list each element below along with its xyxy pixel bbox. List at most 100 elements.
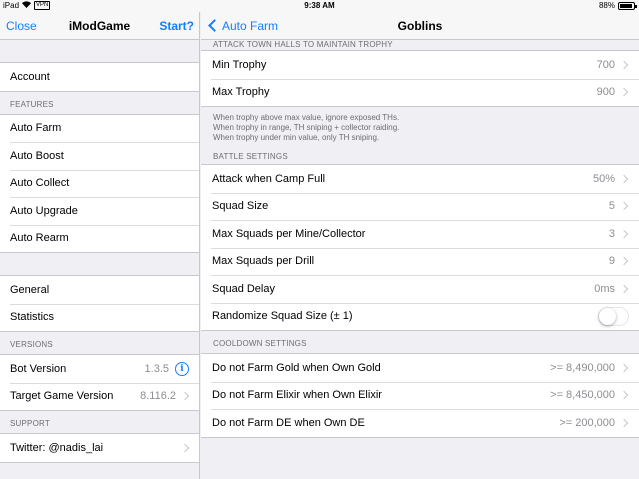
trophy-note: When trophy above max value, ignore expo… [201, 107, 639, 151]
gold-cooldown-row[interactable]: Do not Farm Gold when Own Gold >= 8,490,… [201, 354, 639, 382]
chevron-right-icon [619, 202, 629, 211]
feature-label: Auto Farm [10, 122, 62, 135]
camp-full-label: Attack when Camp Full [212, 172, 326, 185]
twitter-item[interactable]: Twitter: @nadis_lai [0, 434, 199, 462]
chevron-right-icon [180, 443, 190, 452]
squads-per-mine-label: Max Squads per Mine/Collector [212, 227, 366, 240]
features-group: Auto Farm Auto Boost Auto Collect Auto U… [0, 113, 199, 253]
chevron-right-icon [619, 257, 629, 266]
chevron-right-icon [619, 229, 629, 238]
master-navbar: Close iModGame Start? [0, 12, 199, 40]
status-bar: iPad VPN 9:38 AM 88% [0, 0, 639, 12]
feature-item-auto-rearm[interactable]: Auto Rearm [0, 224, 199, 253]
squad-delay-value: 0ms [594, 282, 615, 295]
target-version-value: 8.116.2 [140, 390, 176, 403]
chevron-right-icon [619, 60, 629, 69]
trophy-note-line: When trophy under min value, only TH sni… [213, 133, 380, 142]
master-pane: Close iModGame Start? Account FEATURES A… [0, 12, 200, 479]
status-time: 9:38 AM [304, 1, 335, 10]
squads-per-drill-value: 9 [608, 255, 615, 268]
versions-group: Bot Version 1.3.5 i Target Game Version … [0, 354, 199, 411]
account-item[interactable]: Account [0, 63, 199, 91]
twitter-label: Twitter: @nadis_lai [10, 441, 104, 454]
squads-per-mine-row[interactable]: Max Squads per Mine/Collector 3 [201, 220, 639, 248]
info-icon[interactable]: i [175, 361, 189, 376]
support-header: SUPPORT [10, 419, 50, 428]
close-button[interactable]: Close [6, 19, 37, 33]
squad-size-row[interactable]: Squad Size 5 [201, 192, 639, 221]
chevron-right-icon [619, 363, 629, 372]
max-trophy-value: 900 [596, 86, 615, 99]
de-cooldown-label: Do not Farm DE when Own DE [212, 416, 365, 429]
bot-version-label: Bot Version [10, 362, 67, 375]
min-trophy-label: Min Trophy [212, 58, 267, 71]
status-right: 88% [598, 1, 637, 10]
squads-per-mine-value: 3 [608, 227, 615, 240]
chevron-left-icon [208, 19, 221, 32]
feature-item-auto-collect[interactable]: Auto Collect [0, 169, 199, 198]
support-group: Twitter: @nadis_lai [0, 433, 199, 463]
min-trophy-value: 700 [596, 58, 615, 71]
battle-header: BATTLE SETTINGS [213, 152, 288, 161]
chevron-right-icon [619, 88, 629, 97]
camp-full-row[interactable]: Attack when Camp Full 50% [201, 165, 639, 193]
feature-label: Auto Upgrade [10, 204, 78, 217]
feature-label: Auto Rearm [10, 232, 69, 245]
trophy-note-line: When trophy above max value, ignore expo… [213, 113, 400, 122]
trophy-header: ATTACK TOWN HALLS TO MAINTAIN TROPHY [213, 40, 393, 49]
general-item[interactable]: General [0, 276, 199, 304]
toggle-knob [599, 307, 616, 325]
detail-pane: Auto Farm Goblins ATTACK TOWN HALLS TO M… [201, 12, 639, 479]
chevron-right-icon [619, 391, 629, 400]
battle-group: Attack when Camp Full 50% Squad Size 5 M… [201, 164, 639, 331]
detail-navbar: Auto Farm Goblins [201, 12, 639, 40]
de-cooldown-row[interactable]: Do not Farm DE when Own DE >= 200,000 [201, 409, 639, 437]
squad-delay-label: Squad Delay [212, 282, 275, 295]
cooldown-group: Do not Farm Gold when Own Gold >= 8,490,… [201, 353, 639, 438]
squads-per-drill-row[interactable]: Max Squads per Drill 9 [201, 247, 639, 276]
camp-full-value: 50% [592, 172, 615, 185]
statistics-label: Statistics [10, 311, 55, 324]
trophy-group: Min Trophy 700 Max Trophy 900 [201, 50, 639, 107]
account-label: Account [10, 70, 50, 83]
de-cooldown-value: >= 200,000 [559, 416, 615, 429]
elixir-cooldown-row[interactable]: Do not Farm Elixir when Own Elixir >= 8,… [201, 381, 639, 410]
versions-header: VERSIONS [10, 340, 53, 349]
max-trophy-row[interactable]: Max Trophy 900 [201, 78, 639, 107]
target-version-row[interactable]: Target Game Version 8.116.2 [0, 382, 199, 411]
statistics-item[interactable]: Statistics [0, 303, 199, 332]
gold-cooldown-label: Do not Farm Gold when Own Gold [212, 361, 381, 374]
chevron-right-icon [180, 392, 190, 401]
feature-item-auto-boost[interactable]: Auto Boost [0, 142, 199, 170]
features-header: FEATURES [10, 99, 54, 109]
account-group: Account [0, 62, 199, 92]
squad-size-value: 5 [608, 200, 615, 213]
chevron-right-icon [619, 284, 629, 293]
back-label: Auto Farm [222, 18, 279, 33]
feature-item-auto-upgrade[interactable]: Auto Upgrade [0, 197, 199, 225]
settings-group: General Statistics [0, 275, 199, 332]
back-button[interactable]: Auto Farm [207, 19, 278, 33]
randomize-row: Randomize Squad Size (± 1) [201, 302, 639, 331]
chevron-right-icon [619, 418, 629, 427]
squad-size-label: Squad Size [212, 200, 269, 213]
squad-delay-row[interactable]: Squad Delay 0ms [201, 275, 639, 303]
target-version-label: Target Game Version [10, 390, 114, 403]
randomize-label: Randomize Squad Size (± 1) [212, 310, 353, 323]
feature-label: Auto Boost [10, 149, 64, 162]
trophy-note-line: When trophy in range, TH sniping + colle… [213, 123, 400, 132]
gold-cooldown-value: >= 8,490,000 [550, 361, 615, 374]
feature-label: Auto Collect [10, 177, 70, 190]
min-trophy-row[interactable]: Min Trophy 700 [201, 51, 639, 79]
general-label: General [10, 283, 50, 296]
cooldown-header: COOLDOWN SETTINGS [213, 339, 307, 348]
feature-item-auto-farm[interactable]: Auto Farm [0, 115, 199, 143]
randomize-toggle[interactable] [598, 306, 629, 326]
battery-icon [618, 1, 637, 10]
elixir-cooldown-value: >= 8,450,000 [550, 389, 615, 402]
battery-percent: 88% [598, 1, 615, 10]
squads-per-drill-label: Max Squads per Drill [212, 255, 315, 268]
start-button[interactable]: Start? [159, 19, 194, 33]
